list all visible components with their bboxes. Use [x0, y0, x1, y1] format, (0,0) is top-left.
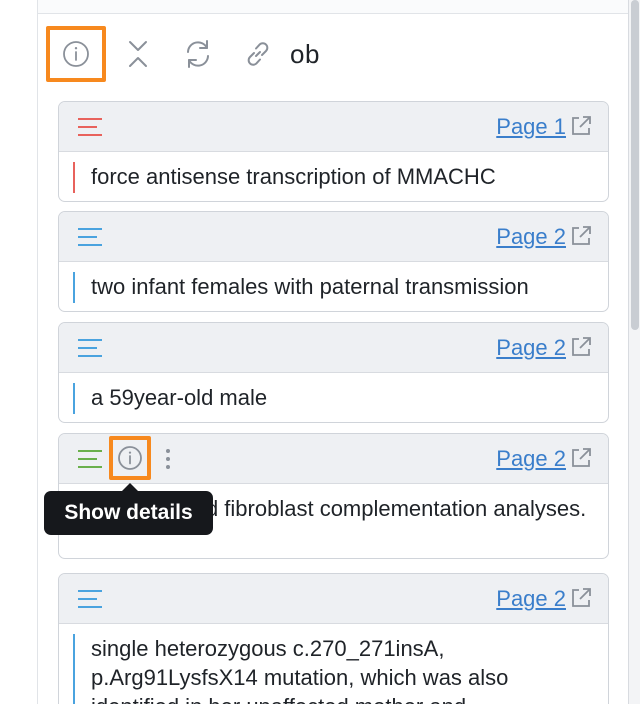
- info-button[interactable]: [46, 26, 106, 82]
- more-vertical-icon[interactable]: [165, 448, 171, 470]
- color-bar: [73, 162, 75, 193]
- card-body: single heterozygous c.270_271insA, p.Arg…: [59, 624, 608, 704]
- collapse-button[interactable]: [110, 26, 166, 82]
- refresh-icon: [187, 40, 209, 68]
- card-header: Page 2: [59, 212, 608, 262]
- color-bar: [73, 383, 75, 414]
- info-icon: [63, 41, 89, 67]
- annotation-card[interactable]: Page 1 force antisense transcription of …: [58, 101, 609, 202]
- annotation-card[interactable]: Page 2 single heterozygous c.270_271insA…: [58, 573, 609, 704]
- lines-icon: [78, 450, 102, 468]
- external-link-icon[interactable]: [570, 336, 592, 358]
- search-query-text: ob: [290, 38, 320, 69]
- refresh-button[interactable]: [170, 26, 226, 82]
- external-link-icon[interactable]: [570, 225, 592, 247]
- page-link[interactable]: Page 2: [496, 335, 566, 361]
- link-button[interactable]: [230, 26, 286, 82]
- card-body: force antisense transcription of MMACHC: [59, 152, 608, 201]
- collapse-icon: [129, 41, 147, 67]
- card-header: Page 2: [59, 323, 608, 373]
- lines-icon: [78, 590, 102, 608]
- card-text: single heterozygous c.270_271insA, p.Arg…: [91, 636, 509, 704]
- card-header: Page 1: [59, 102, 608, 152]
- show-details-button[interactable]: [109, 436, 151, 480]
- annotation-card[interactable]: Page 2 two infant females with paternal …: [58, 211, 609, 312]
- card-body: a 59year-old male: [59, 373, 608, 422]
- external-link-icon[interactable]: [570, 447, 592, 469]
- card-text: force antisense transcription of MMACHC: [91, 164, 496, 189]
- card-text: two infant females with paternal transmi…: [91, 274, 529, 299]
- lines-icon: [78, 118, 102, 136]
- page-link[interactable]: Page 2: [496, 446, 566, 472]
- annotation-card[interactable]: Page 2 a 59year-old male: [58, 322, 609, 423]
- show-details-tooltip: Show details: [44, 483, 213, 535]
- lines-icon: [78, 228, 102, 246]
- toolbar: ob: [46, 26, 608, 82]
- card-header: Page 2: [59, 574, 608, 624]
- color-bar: [73, 634, 75, 704]
- external-link-icon[interactable]: [570, 587, 592, 609]
- color-bar: [73, 272, 75, 303]
- external-link-icon[interactable]: [570, 115, 592, 137]
- card-header: Page 2: [59, 434, 608, 484]
- card-body: two infant females with paternal transmi…: [59, 262, 608, 311]
- top-strip: [38, 0, 628, 14]
- page-link[interactable]: Page 1: [496, 114, 566, 140]
- scrollbar[interactable]: [628, 0, 640, 704]
- page-link[interactable]: Page 2: [496, 586, 566, 612]
- link-icon: [247, 42, 269, 66]
- page-link[interactable]: Page 2: [496, 224, 566, 250]
- scroll-thumb[interactable]: [631, 0, 639, 330]
- left-gutter: [0, 0, 38, 704]
- card-text: a 59year-old male: [91, 385, 268, 410]
- lines-icon: [78, 339, 102, 357]
- info-icon: [118, 446, 142, 470]
